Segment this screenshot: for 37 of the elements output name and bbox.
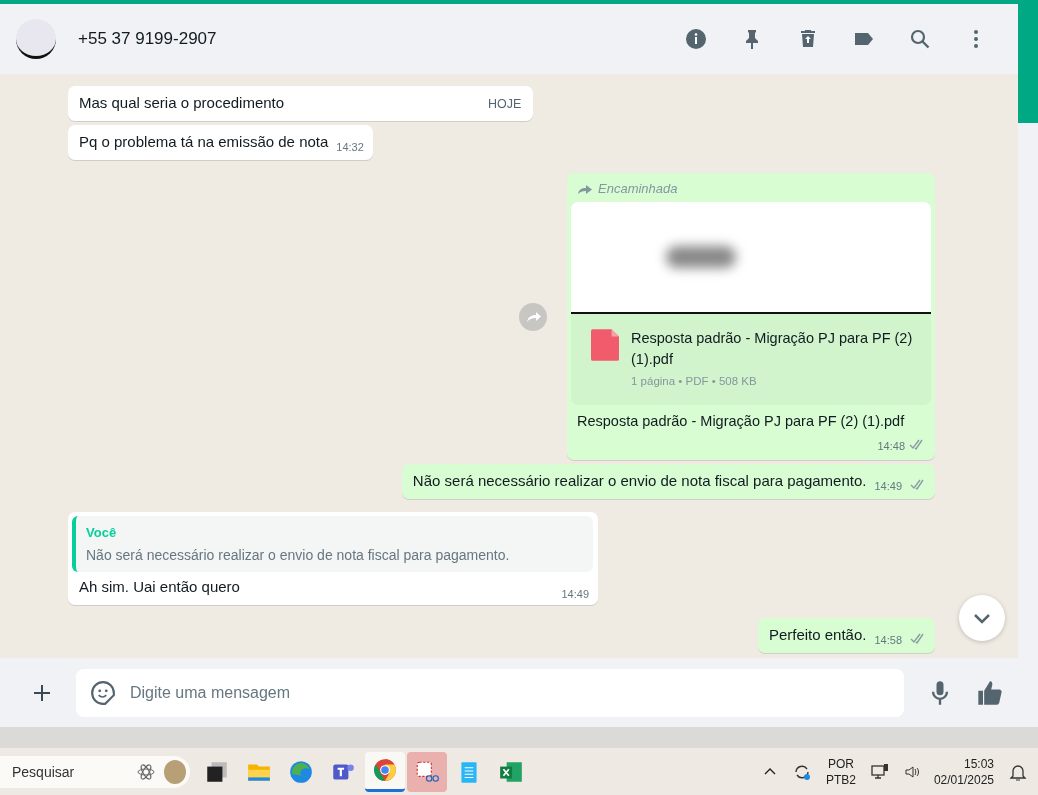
message-text: Pq o problema tá na emissão de nota bbox=[79, 132, 329, 152]
quote-text: Não será necessário realizar o envio de nota fiscal para pagamento. bbox=[86, 547, 511, 563]
taskbar-app-button[interactable] bbox=[407, 751, 447, 792]
message-text: Ah sim. Uai então quero bbox=[79, 577, 240, 597]
message-time: 14:49 bbox=[874, 480, 902, 492]
taskbar-clock[interactable]: 15:03 02/01/2025 bbox=[933, 756, 994, 787]
sticker-icon[interactable] bbox=[90, 679, 116, 706]
contact-name[interactable]: +55 37 9199-2907 bbox=[78, 29, 217, 49]
document-card[interactable]: Resposta padrão - Migração PJ para PF (2) (1).pdf 1 página • PDF • 508 KB bbox=[571, 202, 931, 405]
network-icon[interactable] bbox=[869, 761, 890, 782]
atom-icon bbox=[136, 761, 156, 782]
quoted-message[interactable]: Você Não será necessário realizar o envio de nota fiscal para pagamento. bbox=[72, 516, 593, 572]
avatar[interactable] bbox=[16, 19, 56, 59]
pdf-file-icon bbox=[591, 328, 619, 362]
message-text: Não será necessário realizar o envio de nota fiscal para pagamento. bbox=[412, 471, 867, 491]
message-time: 14:58 bbox=[874, 634, 902, 646]
message-text: Mas qual seria o procedimento bbox=[79, 93, 285, 113]
thumbs-up-icon[interactable] bbox=[976, 678, 1004, 707]
quote-author: Você bbox=[86, 525, 118, 540]
message-text: Perfeito então. bbox=[768, 625, 867, 645]
message-time: 14:48 bbox=[877, 439, 905, 452]
info-icon[interactable] bbox=[684, 27, 708, 51]
document-title: Resposta padrão - Migração PJ para PF (2) (1).pdf bbox=[631, 329, 914, 369]
message-time: 14:32 bbox=[336, 141, 364, 153]
message-input[interactable]: Digite uma mensagem bbox=[76, 668, 904, 717]
document-meta: 1 página • PDF • 508 KB bbox=[631, 375, 758, 387]
language-indicator[interactable]: POR PTB2 bbox=[825, 756, 856, 787]
taskbar-search-field[interactable]: Pesquisar bbox=[0, 755, 190, 788]
message-time: 14:49 bbox=[561, 588, 589, 600]
message-text: Resposta padrão - Migração PJ para PF (2) (1).pdf bbox=[576, 412, 906, 429]
speaker-icon[interactable] bbox=[903, 763, 920, 780]
taskbar-app-button[interactable] bbox=[365, 751, 405, 792]
browser-icon bbox=[372, 757, 398, 783]
forwarded-label: Encaminhada bbox=[598, 181, 678, 196]
forward-icon bbox=[577, 182, 593, 195]
browser-icon[interactable] bbox=[288, 758, 314, 785]
search-icon[interactable] bbox=[908, 27, 932, 51]
